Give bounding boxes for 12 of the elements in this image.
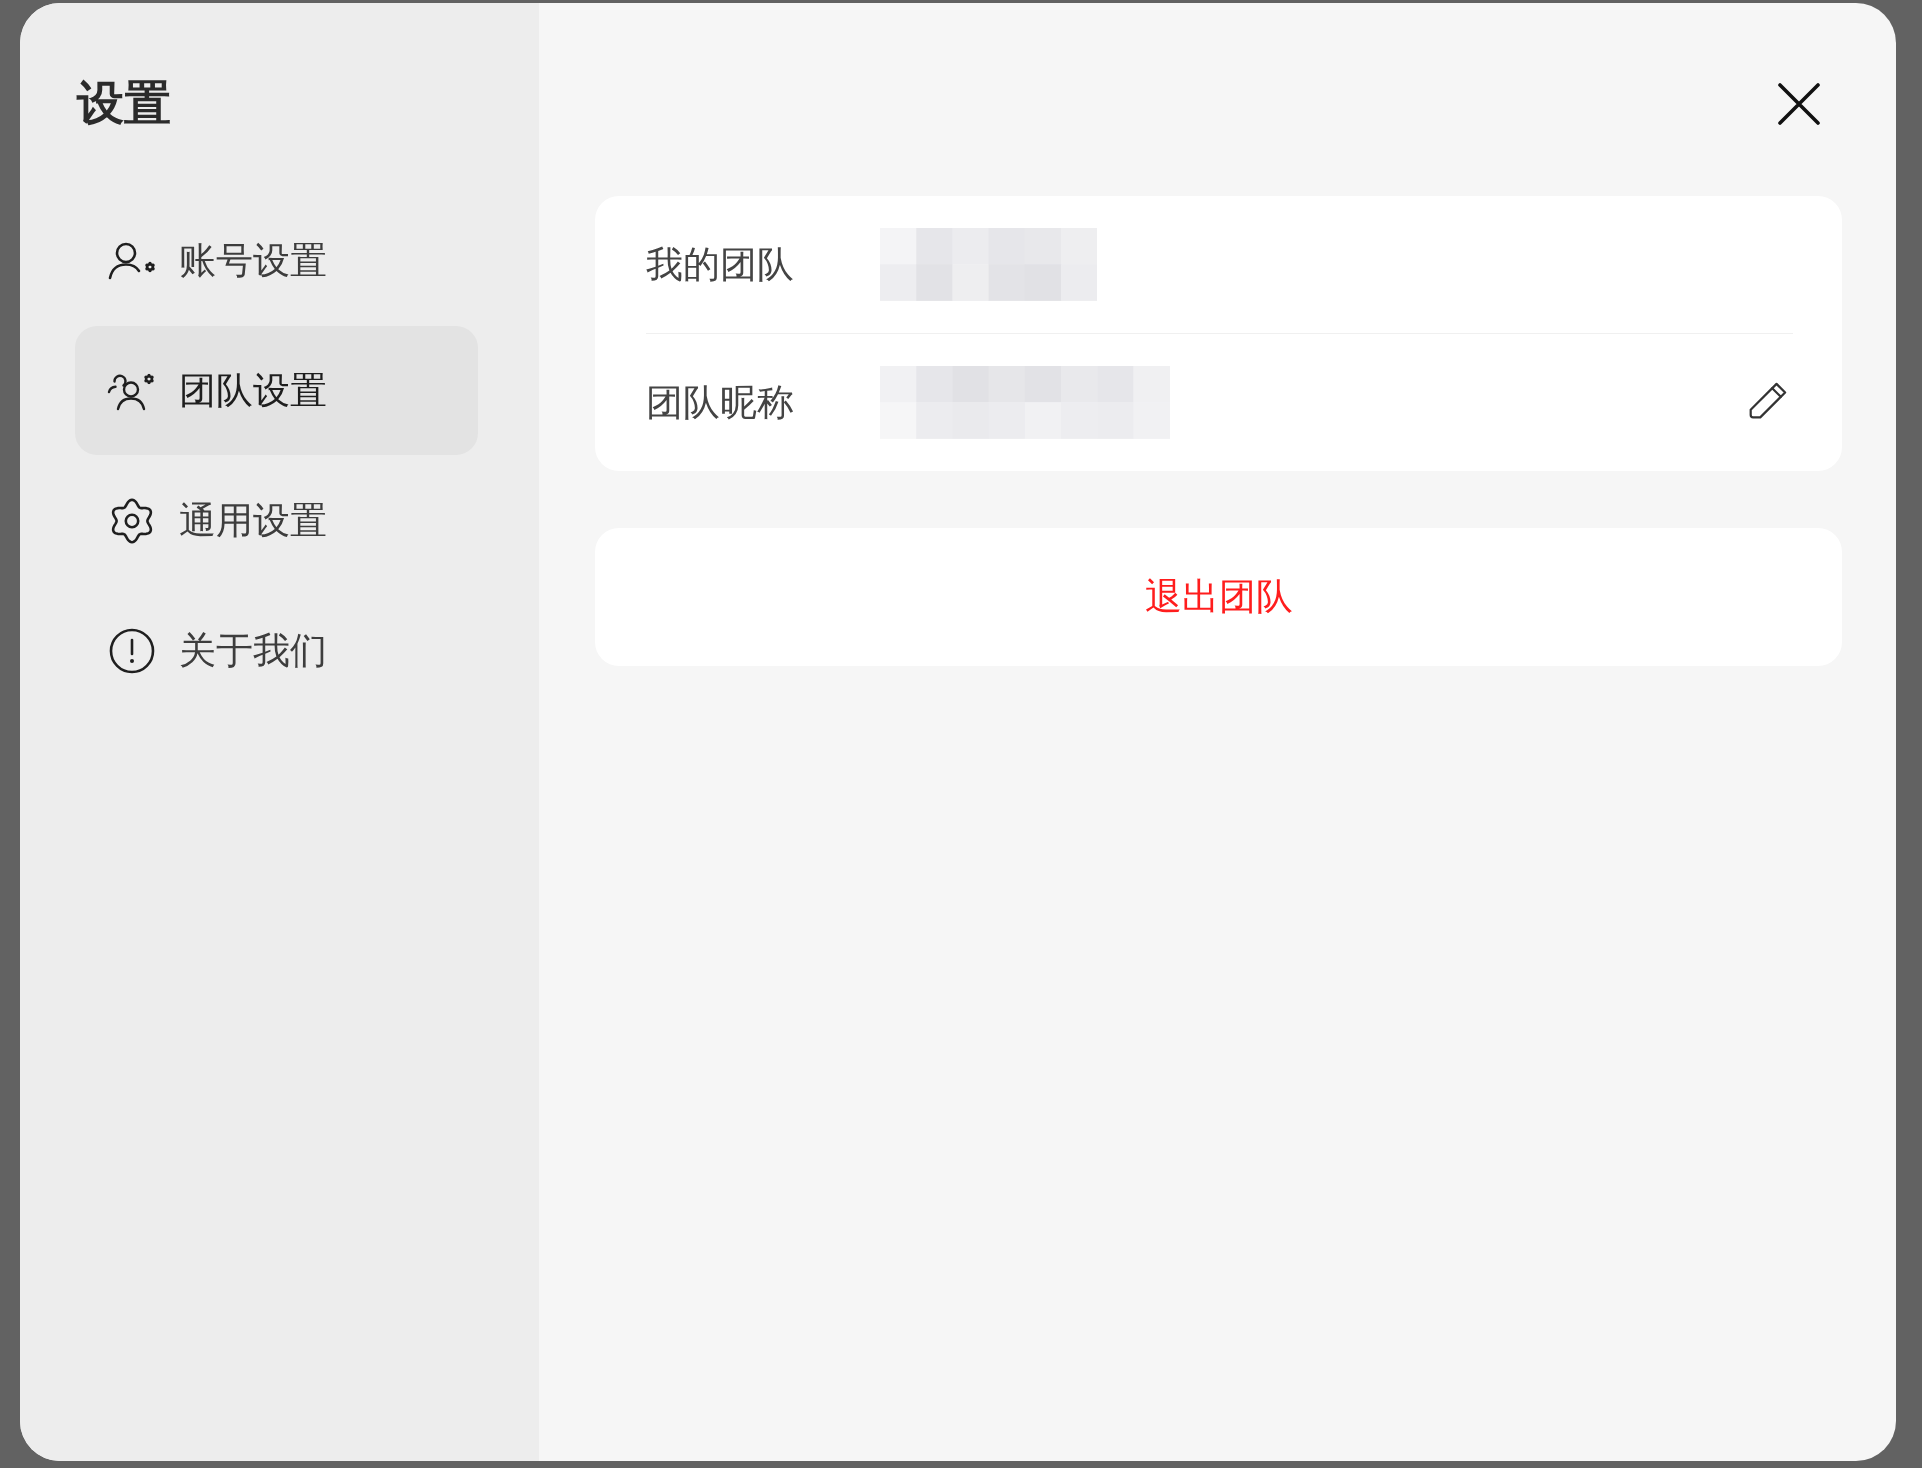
sidebar-item[interactable]: 关于我们 bbox=[75, 586, 478, 715]
exclamation-circle-icon bbox=[109, 627, 155, 674]
field-label: 我的团队 bbox=[646, 241, 795, 288]
close-icon bbox=[1778, 83, 1820, 125]
person-gear-icon bbox=[107, 241, 157, 280]
field-label: 团队昵称 bbox=[646, 379, 795, 426]
sidebar-item[interactable]: 账号设置 bbox=[75, 196, 478, 325]
sidebar-item[interactable]: 通用设置 bbox=[75, 456, 478, 585]
close-button[interactable] bbox=[1778, 83, 1820, 125]
leave-team-button[interactable]: 退出团队 bbox=[595, 528, 1842, 666]
sidebar-item[interactable]: 团队设置 bbox=[75, 326, 478, 455]
dialog-title: 设置 bbox=[77, 75, 171, 131]
